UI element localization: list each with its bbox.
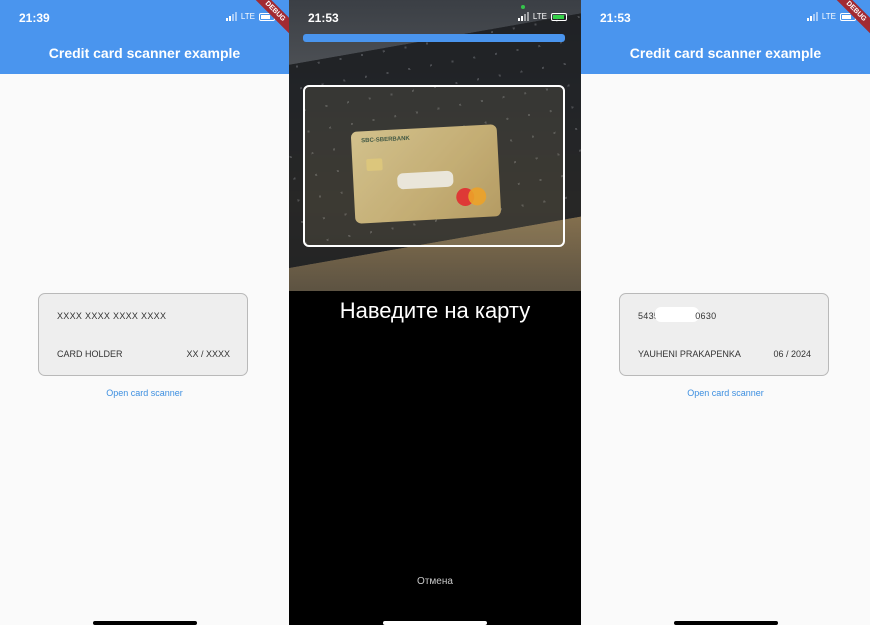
status-time: 21:53	[600, 11, 631, 25]
card-number: XXXX XXXX XXXX XXXX	[57, 311, 167, 321]
phone-screen-result: 21:53 LTE DEBUG Credit card scanner exam…	[581, 0, 870, 625]
credit-card-widget: 5435 0630 YAUHENI PRAKAPENKA 06 / 2024	[619, 293, 829, 376]
card-expiry: XX / XXXX	[186, 349, 230, 359]
app-title: Credit card scanner example	[629, 45, 822, 61]
home-indicator[interactable]	[383, 621, 487, 625]
network-label: LTE	[532, 12, 547, 21]
network-label: LTE	[821, 12, 836, 21]
camera-preview: SBC-SBERBANK	[289, 0, 581, 291]
app-bar: 21:53 LTE DEBUG Credit card scanner exam…	[581, 0, 870, 74]
card-number: 5435 0630	[638, 307, 717, 323]
home-indicator[interactable]	[92, 621, 197, 625]
redacted-digits	[655, 307, 700, 323]
credit-card-widget: XXXX XXXX XXXX XXXX CARD HOLDER XX / XXX…	[38, 293, 248, 376]
camera-indicator-icon	[521, 5, 525, 9]
phone-screen-scanner: SBC-SBERBANK 21:53 LTE Наведите на карту…	[289, 0, 581, 625]
card-number-suffix: 0630	[695, 311, 717, 321]
signal-icon	[806, 12, 818, 21]
app-title: Credit card scanner example	[48, 45, 241, 61]
status-time: 21:53	[308, 11, 339, 25]
status-indicators: LTE	[225, 12, 275, 21]
app-bar: 21:39 LTE DEBUG Credit card scanner exam…	[0, 0, 289, 74]
status-time: 21:39	[19, 11, 50, 25]
status-indicators: LTE	[517, 12, 567, 21]
app-bar-peek	[303, 34, 565, 42]
scan-instruction: Наведите на карту	[339, 298, 531, 323]
network-label: LTE	[240, 12, 255, 21]
open-card-scanner-button[interactable]: Open card scanner	[0, 388, 289, 398]
phone-screen-initial: 21:39 LTE DEBUG Credit card scanner exam…	[0, 0, 289, 625]
battery-charging-icon	[551, 12, 567, 21]
scan-frame	[303, 85, 565, 247]
signal-icon	[517, 12, 529, 21]
status-indicators: LTE	[806, 12, 856, 21]
signal-icon	[225, 12, 237, 21]
card-holder: YAUHENI PRAKAPENKA	[638, 349, 741, 359]
cancel-button[interactable]: Отмена	[289, 576, 581, 587]
card-holder: CARD HOLDER	[57, 349, 123, 359]
card-expiry: 06 / 2024	[773, 349, 811, 359]
open-card-scanner-button[interactable]: Open card scanner	[581, 388, 870, 398]
home-indicator[interactable]	[673, 621, 778, 625]
